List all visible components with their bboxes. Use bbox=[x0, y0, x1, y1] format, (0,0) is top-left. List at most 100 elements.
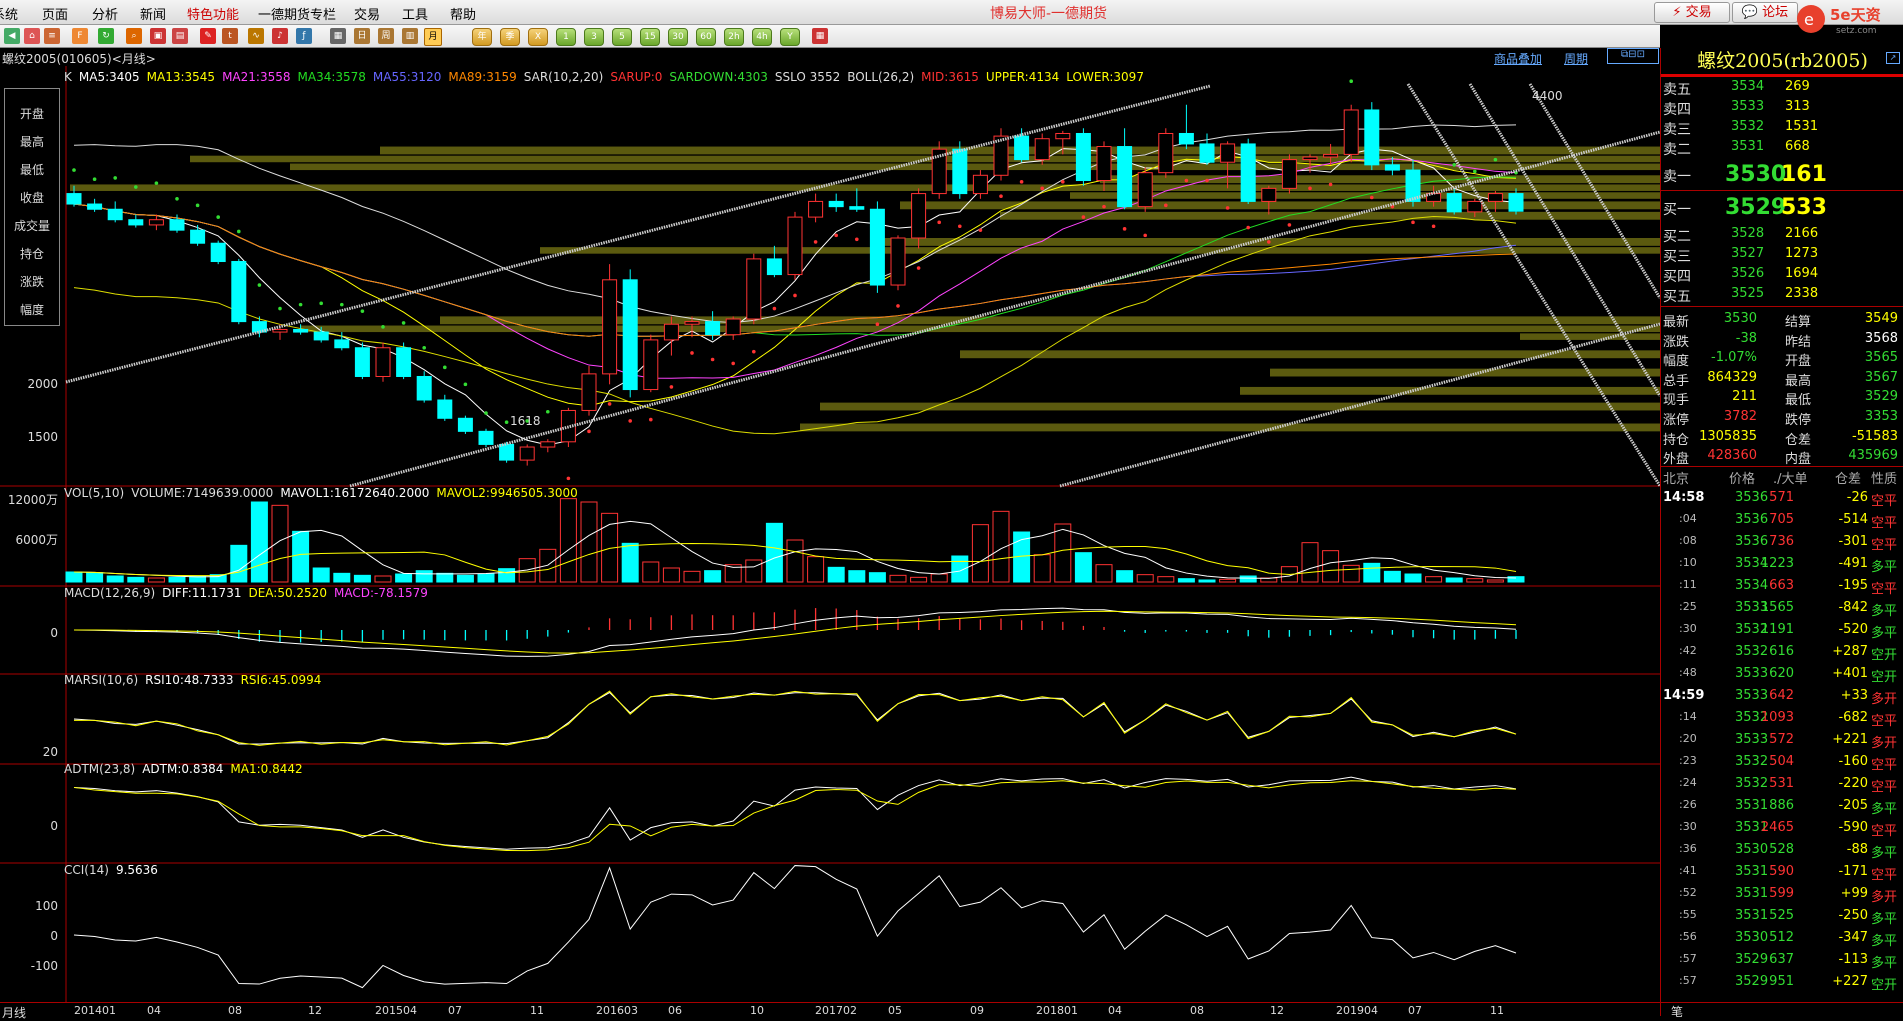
sar-dot bbox=[443, 365, 447, 370]
period-year[interactable]: 年 bbox=[472, 28, 492, 46]
legend-item: K bbox=[64, 70, 72, 84]
sar-dot bbox=[154, 181, 159, 185]
tick-nature: 空平 bbox=[1871, 516, 1898, 531]
menu-analysis[interactable]: 分析 bbox=[92, 4, 118, 23]
period-quarter[interactable]: 季 bbox=[500, 28, 520, 46]
x-label: 08 bbox=[1190, 1004, 1204, 1017]
day-period-icon[interactable]: 日 bbox=[354, 28, 370, 44]
volume-bar bbox=[1342, 564, 1360, 583]
candle-body bbox=[787, 216, 803, 276]
menu-special[interactable]: 特色功能 bbox=[187, 4, 239, 23]
overlay-link[interactable]: 商品叠加 bbox=[1494, 50, 1542, 67]
window-icon[interactable]: ▣ bbox=[150, 28, 166, 44]
period-link[interactable]: 周期 bbox=[1564, 50, 1588, 67]
week-period-icon[interactable]: 周 bbox=[378, 28, 394, 44]
candle-body bbox=[705, 321, 721, 336]
order-book-row[interactable]: 卖二 3531 668 bbox=[1661, 138, 1903, 158]
candle-body bbox=[478, 430, 494, 445]
volume-bar bbox=[333, 572, 351, 583]
menu-tools[interactable]: 工具 bbox=[402, 4, 428, 23]
search-icon[interactable]: ⌕ bbox=[126, 28, 142, 44]
order-book-row[interactable]: 买五 3525 2338 bbox=[1661, 285, 1903, 305]
alert-icon[interactable]: ♪ bbox=[272, 28, 288, 44]
period-60min[interactable]: 60 bbox=[696, 28, 716, 46]
menu-system[interactable]: 系统 bbox=[0, 4, 18, 23]
candle-body bbox=[1426, 193, 1442, 202]
period-30min[interactable]: 30 bbox=[668, 28, 688, 46]
volume-bar bbox=[1425, 576, 1443, 583]
period-mode-label[interactable]: 月线 bbox=[2, 1004, 26, 1021]
window-controls-icon[interactable]: ⧉⊟⊡ bbox=[1607, 48, 1659, 64]
order-book-row[interactable]: 买四 3526 1694 bbox=[1661, 265, 1903, 285]
order-book-row[interactable]: 卖三 3532 1531 bbox=[1661, 118, 1903, 138]
calc-icon[interactable]: ▦ bbox=[812, 28, 828, 44]
f10-icon[interactable]: F bbox=[72, 28, 88, 44]
order-book-row[interactable]: 卖一 3530 161 bbox=[1661, 162, 1903, 187]
calendar-icon[interactable]: ▥ bbox=[402, 28, 418, 44]
back-icon[interactable]: ◀ bbox=[4, 28, 20, 44]
tick-oi-change: +99 bbox=[1840, 886, 1868, 901]
candle-body bbox=[828, 200, 844, 208]
indicator-icon[interactable]: ∿ bbox=[248, 28, 264, 44]
volume-profile-bar bbox=[300, 325, 1660, 333]
level-label: 卖三 bbox=[1663, 122, 1691, 138]
tick-price: 3531 bbox=[1735, 908, 1769, 923]
grid-icon[interactable]: ▦ bbox=[330, 28, 346, 44]
tick-row: :41 3531 590 -171 空平 bbox=[1661, 862, 1903, 884]
period-3min[interactable]: 3 bbox=[584, 28, 604, 46]
candle-body bbox=[1323, 153, 1339, 158]
tick-row: :57 3529 637 -113 多平 bbox=[1661, 950, 1903, 972]
tick-icon[interactable]: t bbox=[222, 28, 238, 44]
kline-chart[interactable] bbox=[0, 66, 1660, 1002]
order-book-row[interactable]: 卖五 3534 269 bbox=[1661, 78, 1903, 98]
candle-body bbox=[581, 373, 597, 411]
sar-dot bbox=[813, 240, 818, 244]
volume-profile-bar bbox=[1270, 368, 1660, 377]
level-label: 卖五 bbox=[1663, 82, 1691, 98]
popout-icon[interactable]: ↗ bbox=[1886, 52, 1900, 64]
macd-axis-zero: 0 bbox=[50, 626, 58, 640]
tick-volume: 2465 bbox=[1760, 820, 1794, 835]
period-15min[interactable]: 15 bbox=[640, 28, 660, 46]
sar-dot bbox=[237, 229, 241, 234]
period-1min[interactable]: 1 bbox=[556, 28, 576, 46]
menu-news[interactable]: 新闻 bbox=[140, 4, 166, 23]
list-icon[interactable]: ≡ bbox=[44, 28, 60, 44]
period-5min[interactable]: 5 bbox=[612, 28, 632, 46]
refresh-icon[interactable]: ↻ bbox=[98, 28, 114, 44]
home-icon[interactable]: ⌂ bbox=[24, 28, 40, 44]
order-book-row[interactable]: 卖四 3533 313 bbox=[1661, 98, 1903, 118]
sar-dot bbox=[628, 419, 632, 423]
menu-yide-column[interactable]: 一德期货专栏 bbox=[258, 4, 336, 23]
sar-dot bbox=[484, 411, 488, 415]
level-volume: 1273 bbox=[1785, 246, 1819, 261]
period-y[interactable]: Y bbox=[780, 28, 800, 46]
trade-button[interactable]: ⚡ 交易 bbox=[1654, 2, 1730, 23]
period-2h[interactable]: 2h bbox=[724, 28, 744, 46]
x-label: 04 bbox=[147, 1004, 161, 1017]
order-book-row[interactable]: 买三 3527 1273 bbox=[1661, 245, 1903, 265]
month-period-icon[interactable]: 月 bbox=[424, 28, 442, 46]
menu-help[interactable]: 帮助 bbox=[450, 4, 476, 23]
order-book-row[interactable]: 买二 3528 2166 bbox=[1661, 225, 1903, 245]
menu-trade[interactable]: 交易 bbox=[354, 4, 380, 23]
tick-price: 3536 bbox=[1735, 534, 1769, 549]
forum-button[interactable]: 💬 论坛 bbox=[1732, 2, 1798, 23]
menu-page[interactable]: 页面 bbox=[42, 4, 68, 23]
stat-label: 涨跌 bbox=[1663, 334, 1690, 350]
sar-dot bbox=[257, 283, 262, 287]
legend-item: ADTM(23,8) bbox=[64, 762, 136, 776]
legend-item: MA5:3405 bbox=[78, 70, 140, 84]
level-price: 3529 bbox=[1725, 195, 1787, 220]
tab-tick[interactable]: 笔 bbox=[1671, 1003, 1683, 1020]
period-x[interactable]: X bbox=[528, 28, 548, 46]
vol-legend: VOL(5,10) VOLUME:7149639.0000 MAVOL1:16172… bbox=[64, 486, 585, 500]
pen-icon[interactable]: ✎ bbox=[200, 28, 216, 44]
rsi-axis-20: 20 bbox=[42, 745, 58, 759]
sar-dot bbox=[587, 429, 591, 434]
stat-label: 幅度 bbox=[1663, 354, 1690, 370]
layout-icon[interactable]: ▤ bbox=[172, 28, 188, 44]
formula-icon[interactable]: ƒ bbox=[296, 28, 312, 44]
order-book-row[interactable]: 买一 3529 533 bbox=[1661, 195, 1903, 220]
period-4h[interactable]: 4h bbox=[752, 28, 772, 46]
